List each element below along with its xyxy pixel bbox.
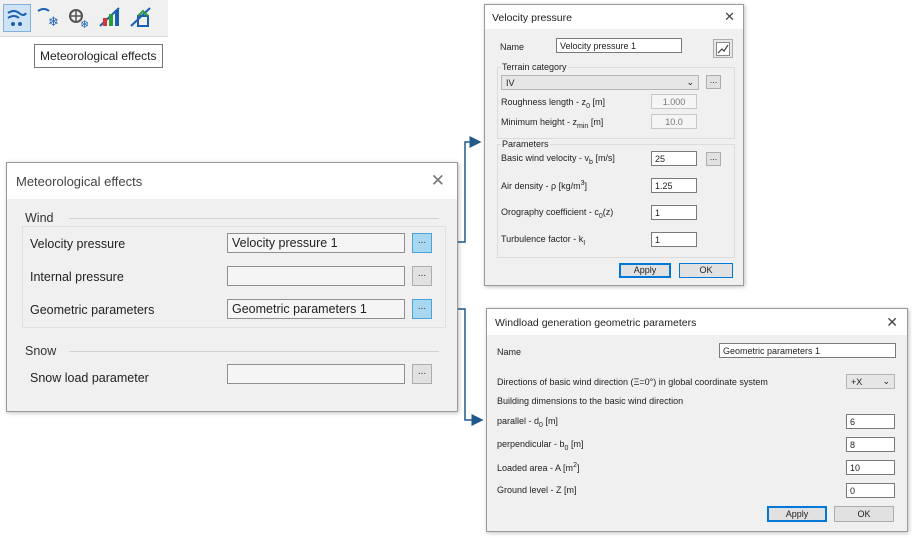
internal-pressure-browse-button[interactable]: ... [412, 266, 432, 286]
perpendicular-label: perpendicular - b0 [m] [497, 439, 584, 452]
turbulence-factor-label: Turbulence factor - kI [501, 234, 586, 247]
apply-button[interactable]: Apply [619, 263, 671, 278]
air-density-input[interactable]: 1.25 [651, 178, 697, 193]
parameters-group-label: Parameters [501, 139, 550, 149]
geometric-parameters-browse-button[interactable]: ... [412, 299, 432, 319]
dialog-title: Windload generation geometric parameters [495, 317, 697, 329]
loaded-area-label: Loaded area - A [m2] [497, 462, 580, 473]
terrain-category-value: IV [506, 77, 515, 88]
name-label: Name [500, 42, 525, 52]
parallel-label: parallel - d0 [m] [497, 416, 558, 429]
dialog-titlebar: Meteorological effects ✕ [7, 163, 457, 199]
chart-icon [716, 42, 730, 56]
roughness-length-field: 1.000 [651, 94, 697, 109]
ok-button[interactable]: OK [679, 263, 733, 278]
dialog-titlebar: Windload generation geometric parameters… [487, 309, 907, 335]
meteorological-effects-dialog: Meteorological effects ✕ Wind Velocity p… [6, 162, 458, 412]
close-icon[interactable]: ✕ [886, 315, 898, 329]
chevron-down-icon: ⌄ [882, 376, 890, 386]
dialog-title: Velocity pressure [492, 12, 572, 24]
name-input[interactable]: Geometric parameters 1 [719, 343, 896, 358]
loaded-area-input[interactable]: 10 [846, 460, 895, 475]
minimum-height-field: 10.0 [651, 114, 697, 129]
geometric-parameters-field[interactable]: Geometric parameters 1 [227, 299, 405, 319]
velocity-pressure-field[interactable]: Velocity pressure 1 [227, 233, 405, 253]
snow-load-field[interactable] [227, 364, 405, 384]
snow-load-browse-button[interactable]: ... [412, 364, 432, 384]
wind-direction-select[interactable]: +X ⌄ [846, 374, 895, 389]
dialog-titlebar: Velocity pressure ✕ [485, 5, 743, 29]
geometric-parameters-label: Geometric parameters [30, 303, 155, 317]
close-icon[interactable]: ✕ [431, 172, 445, 189]
velocity-pressure-browse-button[interactable]: ... [412, 233, 432, 253]
internal-pressure-label: Internal pressure [30, 270, 124, 284]
snow-section-label: Snow [25, 344, 57, 358]
snow-divider [69, 351, 439, 352]
terrain-category-select[interactable]: IV ⌄ [501, 75, 699, 90]
wind-divider [69, 218, 439, 219]
windload-geometric-parameters-dialog: Windload generation geometric parameters… [486, 308, 908, 532]
dialog-title: Meteorological effects [16, 174, 143, 189]
internal-pressure-field[interactable] [227, 266, 405, 286]
wind-direction-label: Directions of basic wind direction (Ξ=0°… [497, 377, 768, 387]
chart-button[interactable] [713, 39, 733, 58]
perpendicular-input[interactable]: 8 [846, 437, 895, 452]
building-dimensions-label: Building dimensions to the basic wind di… [497, 396, 684, 406]
velocity-pressure-label: Velocity pressure [30, 237, 126, 251]
ok-button[interactable]: OK [834, 506, 894, 522]
wind-section-label: Wind [25, 211, 54, 225]
close-icon[interactable]: ✕ [724, 10, 735, 23]
basic-wind-velocity-browse-button[interactable]: ... [706, 152, 721, 166]
name-label: Name [497, 347, 522, 357]
orography-coefficient-label: Orography coefficient - c0(z) [501, 207, 614, 220]
orography-coefficient-input[interactable]: 1 [651, 205, 697, 220]
parallel-input[interactable]: 6 [846, 414, 895, 429]
basic-wind-velocity-input[interactable]: 25 [651, 151, 697, 166]
wind-direction-value: +X [851, 376, 863, 387]
velocity-pressure-dialog: Velocity pressure ✕ Name Velocity pressu… [484, 4, 744, 286]
air-density-label: Air density - ρ [kg/m3] [501, 180, 588, 191]
terrain-browse-button[interactable]: ... [706, 75, 721, 89]
chevron-down-icon: ⌄ [686, 77, 694, 87]
snow-load-label: Snow load parameter [30, 371, 149, 385]
apply-button[interactable]: Apply [767, 506, 827, 522]
turbulence-factor-input[interactable]: 1 [651, 232, 697, 247]
ground-level-label: Ground level - Z [m] [497, 485, 577, 495]
basic-wind-velocity-label: Basic wind velocity - vb [m/s] [501, 153, 615, 166]
minimum-height-label: Minimum height - zmin [m] [501, 117, 604, 130]
roughness-length-label: Roughness length - z0 [m] [501, 97, 605, 110]
terrain-group-label: Terrain category [501, 62, 568, 72]
name-input[interactable]: Velocity pressure 1 [556, 38, 682, 53]
ground-level-input[interactable]: 0 [846, 483, 895, 498]
